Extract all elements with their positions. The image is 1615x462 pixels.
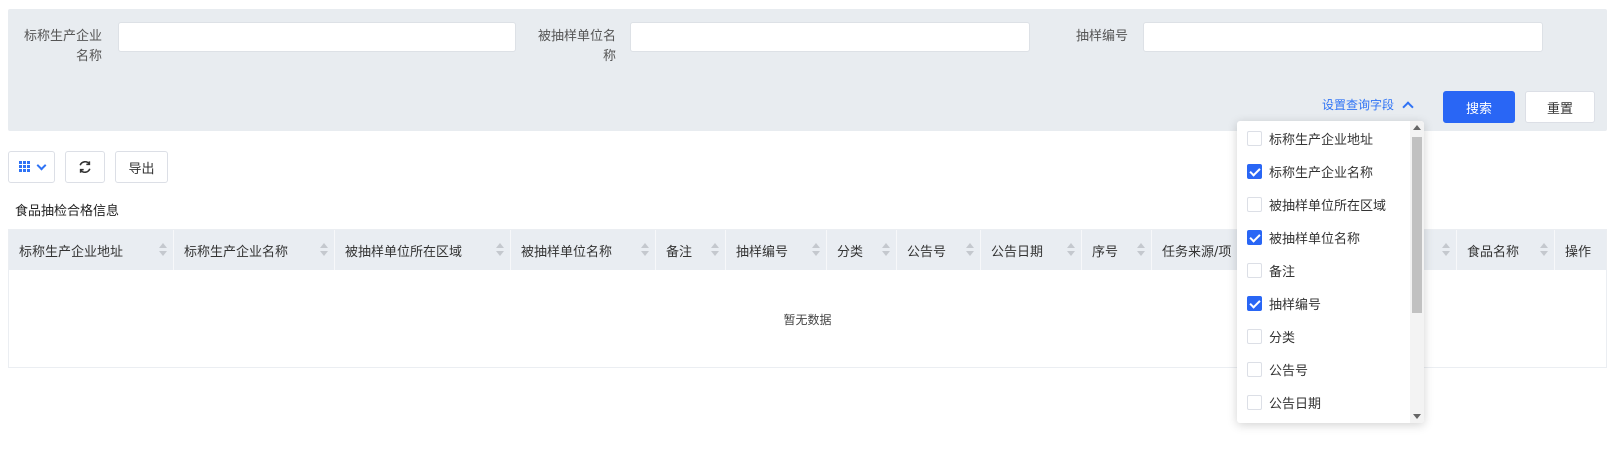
checkbox[interactable] <box>1247 394 1262 410</box>
field-option[interactable]: 抽样编号 <box>1247 293 1321 313</box>
field-option[interactable]: 公告日期 <box>1247 392 1321 412</box>
sort-icon[interactable] <box>711 243 719 257</box>
sort-icon[interactable] <box>1067 243 1075 257</box>
sort-icon[interactable] <box>159 243 167 257</box>
checkbox-checked[interactable] <box>1247 229 1262 245</box>
manufacturer-name-input[interactable] <box>118 22 516 52</box>
set-query-fields-toggle[interactable]: 设置查询字段 <box>1322 96 1414 113</box>
field-option[interactable]: 公告号 <box>1247 359 1308 379</box>
sort-icon[interactable] <box>641 243 649 257</box>
sort-icon[interactable] <box>1442 243 1450 257</box>
checkbox[interactable] <box>1247 328 1262 344</box>
field-label-sample-number: 抽样编号 <box>1075 29 1128 44</box>
checkbox[interactable] <box>1247 130 1262 146</box>
checkbox[interactable] <box>1247 196 1262 212</box>
checkbox-checked[interactable] <box>1247 295 1262 311</box>
field-option[interactable]: 备注 <box>1247 260 1295 280</box>
checkbox-checked[interactable] <box>1247 163 1262 179</box>
column-header[interactable]: 被抽样单位所在区域 <box>335 230 511 270</box>
field-option[interactable]: 标称生产企业地址 <box>1247 128 1373 148</box>
sampled-unit-name-input[interactable] <box>630 22 1030 52</box>
checkbox[interactable] <box>1247 262 1262 278</box>
sort-icon[interactable] <box>320 243 328 257</box>
field-option[interactable]: 被抽样单位名称 <box>1247 227 1360 247</box>
field-label-sampled-unit-name: 被抽样单位名 称 <box>537 29 616 64</box>
sample-number-input[interactable] <box>1143 22 1543 52</box>
export-button[interactable]: 导出 <box>115 151 168 183</box>
column-header[interactable]: 被抽样单位名称 <box>511 230 656 270</box>
field-option[interactable]: 被抽样单位所在区域 <box>1247 194 1386 214</box>
column-header[interactable]: 序号 <box>1082 230 1152 270</box>
sort-icon[interactable] <box>496 243 504 257</box>
chevron-down-icon <box>36 160 46 170</box>
field-option[interactable]: 分类 <box>1247 326 1295 346</box>
grid-icon <box>18 161 31 173</box>
search-button[interactable]: 搜索 <box>1443 91 1515 123</box>
chevron-up-icon <box>1402 101 1414 113</box>
sort-icon[interactable] <box>882 243 890 257</box>
reset-button[interactable]: 重置 <box>1525 91 1595 123</box>
column-header[interactable]: 抽样编号 <box>726 230 827 270</box>
table-title: 食品抽检合格信息 <box>15 204 120 219</box>
checkbox[interactable] <box>1247 361 1262 377</box>
column-header[interactable]: 公告日期 <box>981 230 1082 270</box>
query-fields-dropdown: 标称生产企业地址 标称生产企业名称 被抽样单位所在区域 被抽样单位名称 备注 抽… <box>1237 121 1424 423</box>
field-label-manufacturer-name: 标称生产企业 名称 <box>23 29 102 64</box>
scroll-down-arrow-icon[interactable] <box>1413 414 1421 419</box>
scrollbar-thumb[interactable] <box>1412 137 1422 313</box>
sort-icon[interactable] <box>966 243 974 257</box>
dropdown-scrollbar[interactable] <box>1410 121 1424 423</box>
column-header-actions: 操作 <box>1565 244 1592 260</box>
field-option[interactable]: 标称生产企业名称 <box>1247 161 1373 181</box>
column-header[interactable]: 食品名称 <box>1457 230 1555 270</box>
sort-icon[interactable] <box>1137 243 1145 257</box>
column-header[interactable]: 标称生产企业地址 <box>9 230 174 270</box>
scroll-up-arrow-icon[interactable] <box>1413 125 1421 130</box>
column-header[interactable]: 公告号 <box>897 230 981 270</box>
sort-icon[interactable] <box>812 243 820 257</box>
column-header[interactable]: 备注 <box>656 230 726 270</box>
refresh-icon <box>79 161 91 173</box>
column-header[interactable]: 标称生产企业名称 <box>174 230 335 270</box>
refresh-button[interactable] <box>65 151 105 183</box>
column-display-button[interactable] <box>8 151 55 183</box>
sort-icon[interactable] <box>1540 243 1548 257</box>
column-header[interactable]: 分类 <box>827 230 897 270</box>
